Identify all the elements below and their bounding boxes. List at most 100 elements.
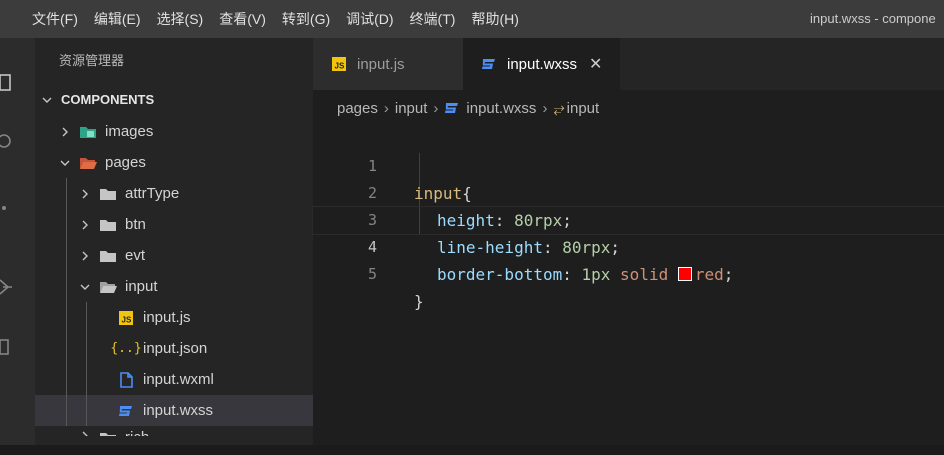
menu-selection[interactable]: 选择(S) xyxy=(149,9,212,29)
css-value: solid xyxy=(620,265,669,284)
chevron-down-icon xyxy=(42,97,52,103)
js-file-icon: JS xyxy=(331,56,347,72)
extensions-icon[interactable] xyxy=(0,336,16,358)
code-line-4[interactable]: 4 border-bottom: 1px solid red; xyxy=(312,206,944,284)
chevron-right-icon xyxy=(82,251,88,260)
tree-item-input-wxml[interactable]: input.wxml xyxy=(35,364,313,395)
menu-bar: 文件(F) 编辑(E) 选择(S) 查看(V) 转到(G) 调试(D) 终端(T… xyxy=(24,9,527,29)
folder-icon xyxy=(99,217,117,233)
breadcrumb: pages › input › input.wxss › ⥂ input xyxy=(313,90,944,126)
close-icon[interactable]: ✕ xyxy=(589,54,602,74)
tab-label: input.js xyxy=(357,55,405,73)
activity-bar xyxy=(0,38,35,455)
tab-input-wxss[interactable]: input.wxss ✕ xyxy=(463,38,621,90)
chevron-right-icon xyxy=(82,220,88,229)
explorer-icon[interactable] xyxy=(0,72,16,94)
chevron-right-icon xyxy=(82,189,88,198)
css-value: red xyxy=(694,265,724,284)
folder-icon xyxy=(99,186,117,202)
section-label: COMPONENTS xyxy=(61,92,155,107)
indent-guide xyxy=(66,271,67,302)
code-line-1[interactable]: 1 input{ xyxy=(313,126,944,203)
editor-tabs: JS input.js input.wxss ✕ xyxy=(313,38,944,90)
svg-text:JS: JS xyxy=(335,62,345,71)
file-icon xyxy=(117,371,135,388)
tree-label: attrType xyxy=(125,185,180,202)
tab-label: input.wxss xyxy=(507,55,578,73)
chevron-down-icon xyxy=(80,284,90,290)
line-number: 5 xyxy=(367,265,377,283)
tree-label: input xyxy=(125,278,158,295)
folder-open-icon xyxy=(99,279,117,295)
breadcrumb-input[interactable]: input xyxy=(395,100,428,117)
code-line-3[interactable]: 3 line-height: 80rpx; xyxy=(313,180,944,257)
css-value: 1px xyxy=(581,265,611,284)
title-bar: 文件(F) 编辑(E) 选择(S) 查看(V) 转到(G) 调试(D) 终端(T… xyxy=(0,0,944,38)
bottom-edge xyxy=(0,445,944,455)
tree-item-rich[interactable]: rich xyxy=(35,426,313,436)
menu-help[interactable]: 帮助(H) xyxy=(463,9,526,29)
tree-item-evt[interactable]: evt xyxy=(35,240,313,271)
tree-label: input.wxss xyxy=(143,402,214,419)
explorer-sidebar: 资源管理器 COMPONENTS images pages attrType b… xyxy=(35,38,313,445)
indent-guide xyxy=(66,333,67,364)
breadcrumb-symbol[interactable]: input xyxy=(567,100,600,117)
menu-file[interactable]: 文件(F) xyxy=(24,9,86,29)
tree-label: pages xyxy=(105,154,146,171)
tree-item-attrtype[interactable]: attrType xyxy=(35,178,313,209)
code-line-5[interactable]: 5 } xyxy=(313,234,944,311)
tree-item-input-wxss[interactable]: input.wxss xyxy=(35,395,313,426)
css-file-icon xyxy=(444,101,460,115)
breadcrumb-pages[interactable]: pages xyxy=(337,100,378,117)
source-control-icon[interactable] xyxy=(0,198,16,220)
code-editor[interactable]: 1 input{ 2 height: 80rpx; 3 line-height:… xyxy=(312,126,944,445)
symbol-icon: ⥂ xyxy=(553,99,565,116)
indent-guide xyxy=(66,302,67,333)
components-section-header[interactable]: COMPONENTS xyxy=(35,84,313,116)
tree-item-btn[interactable]: btn xyxy=(35,209,313,240)
tree-item-images[interactable]: images xyxy=(35,116,313,147)
tab-input-js[interactable]: JS input.js xyxy=(313,38,463,90)
code-content: } xyxy=(414,288,424,315)
js-file-icon: JS xyxy=(117,310,135,326)
css-property: border-bottom xyxy=(437,265,563,284)
tree-label: btn xyxy=(125,216,146,233)
menu-debug[interactable]: 调试(D) xyxy=(338,9,401,29)
tree-label: rich xyxy=(125,429,149,436)
indent-guide xyxy=(86,302,87,333)
tree-item-input-folder[interactable]: input xyxy=(35,271,313,302)
indent-guide xyxy=(66,178,67,209)
search-icon[interactable] xyxy=(0,131,16,153)
tree-item-input-js[interactable]: JS input.js xyxy=(35,302,313,333)
tree-label: evt xyxy=(125,247,146,264)
code-line-2[interactable]: 2 height: 80rpx; xyxy=(313,153,944,230)
pages-folder-open-icon xyxy=(79,155,97,171)
chevron-right-icon xyxy=(82,431,88,436)
chevron-right-icon xyxy=(62,127,68,136)
folder-icon xyxy=(99,248,117,264)
tree-label: input.json xyxy=(143,340,208,357)
tree-item-input-json[interactable]: {..} input.json xyxy=(35,333,313,364)
menu-edit[interactable]: 编辑(E) xyxy=(86,9,149,29)
color-swatch[interactable] xyxy=(677,267,692,281)
indent-guide xyxy=(66,364,67,395)
folder-icon xyxy=(99,430,117,436)
brace-close: } xyxy=(414,292,424,311)
tree-item-pages[interactable]: pages xyxy=(35,147,313,178)
svg-text:JS: JS xyxy=(122,315,132,324)
tree-label: images xyxy=(105,123,154,140)
images-folder-icon xyxy=(79,124,97,140)
menu-view[interactable]: 查看(V) xyxy=(211,9,274,29)
window-title: input.wxss - components xyxy=(810,11,936,26)
css-file-icon xyxy=(481,57,497,71)
explorer-title: 资源管理器 xyxy=(59,53,125,68)
menu-terminal[interactable]: 终端(T) xyxy=(402,9,464,29)
chevron-down-icon xyxy=(60,160,70,166)
indent-guide xyxy=(86,364,87,395)
tree-label: input.js xyxy=(143,309,191,326)
chevron-right-icon: › xyxy=(542,99,548,117)
debug-icon[interactable] xyxy=(0,276,16,298)
indent-guide xyxy=(66,209,67,240)
menu-go[interactable]: 转到(G) xyxy=(274,9,338,29)
breadcrumb-file[interactable]: input.wxss xyxy=(466,100,536,117)
